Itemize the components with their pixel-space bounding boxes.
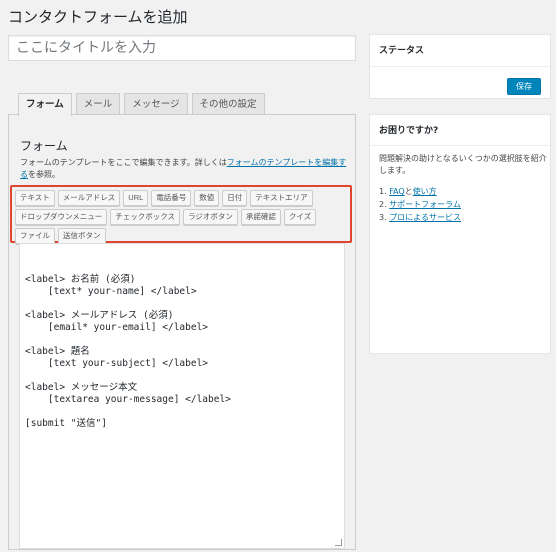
tab-form[interactable]: フォーム [18,93,72,116]
help-item-number: 2. [379,200,387,209]
status-box-title: ステータス [379,46,425,56]
help-list-item: 1. FAQと使い方 [379,185,461,198]
help-list-item: 3. プロによるサービス [379,211,461,224]
tab-messages[interactable]: メッセージ [124,93,188,115]
tag-button-radio[interactable]: ラジオボタン [183,209,238,225]
form-template-editor[interactable]: <label> お名前 (必須) [text* your-name] </lab… [19,243,345,549]
help-links-list: 1. FAQと使い方 2. サポートフォーラム 3. プロによるサービス [379,185,461,224]
faq-link[interactable]: FAQ [389,187,405,196]
help-box: お困りですか? 問題解決の助けとなるいくつかの選択肢を紹介します。 1. FAQ… [369,114,551,354]
help-item-separator: と [404,187,413,196]
help-divider [370,145,550,146]
form-panel-description: フォームのテンプレートをここで編集できます。詳しくはフォームのテンプレートを編集… [20,157,350,181]
tag-button-date[interactable]: 日付 [222,190,248,206]
help-item-number: 1. [379,187,387,196]
save-button[interactable]: 保存 [507,78,541,95]
help-item-number: 3. [379,213,387,222]
tag-button-acceptance[interactable]: 承諾確認 [240,209,281,225]
tag-button-quiz[interactable]: クイズ [283,209,317,225]
help-list-item: 2. サポートフォーラム [379,198,461,211]
editor-tabs: フォーム メール メッセージ その他の設定 [18,93,265,116]
resize-handle-icon[interactable] [335,539,342,546]
page-title: コンタクトフォームを追加 [8,8,188,26]
tag-button-text[interactable]: テキスト [15,190,55,206]
form-template-text: <label> お名前 (必須) [text* your-name] </lab… [25,274,231,429]
status-divider [370,66,550,67]
docs-link[interactable]: 使い方 [413,187,437,196]
tag-button-textarea[interactable]: テキストエリア [250,190,313,206]
professional-services-link[interactable]: プロによるサービス [389,213,461,222]
tag-button-checkbox[interactable]: チェックボックス [110,209,181,225]
tag-button-url[interactable]: URL [123,190,149,206]
tag-button-email[interactable]: メールアドレス [57,190,121,206]
desc-text-after: を参照。 [28,170,60,179]
tag-button-number[interactable]: 数値 [194,190,220,206]
tag-button-file[interactable]: ファイル [15,228,55,244]
help-box-title: お困りですか? [379,126,439,136]
tag-button-submit[interactable]: 送信ボタン [58,228,106,244]
tag-button-tel[interactable]: 電話番号 [151,190,192,206]
desc-text-before: フォームのテンプレートをここで編集できます。詳しくは [20,158,227,167]
status-box: ステータス 保存 [369,34,551,99]
tag-generator-buttons: テキスト メールアドレス URL 電話番号 数値 日付 テキストエリア ドロップ… [10,185,352,244]
title-input[interactable] [8,35,356,61]
tab-mail[interactable]: メール [75,93,121,115]
help-description: 問題解決の助けとなるいくつかの選択肢を紹介します。 [379,154,547,175]
tag-button-dropdown[interactable]: ドロップダウンメニュー [15,209,108,225]
form-panel-heading: フォーム [20,139,68,153]
tab-additional-settings[interactable]: その他の設定 [191,93,265,115]
support-forum-link[interactable]: サポートフォーラム [389,200,461,209]
